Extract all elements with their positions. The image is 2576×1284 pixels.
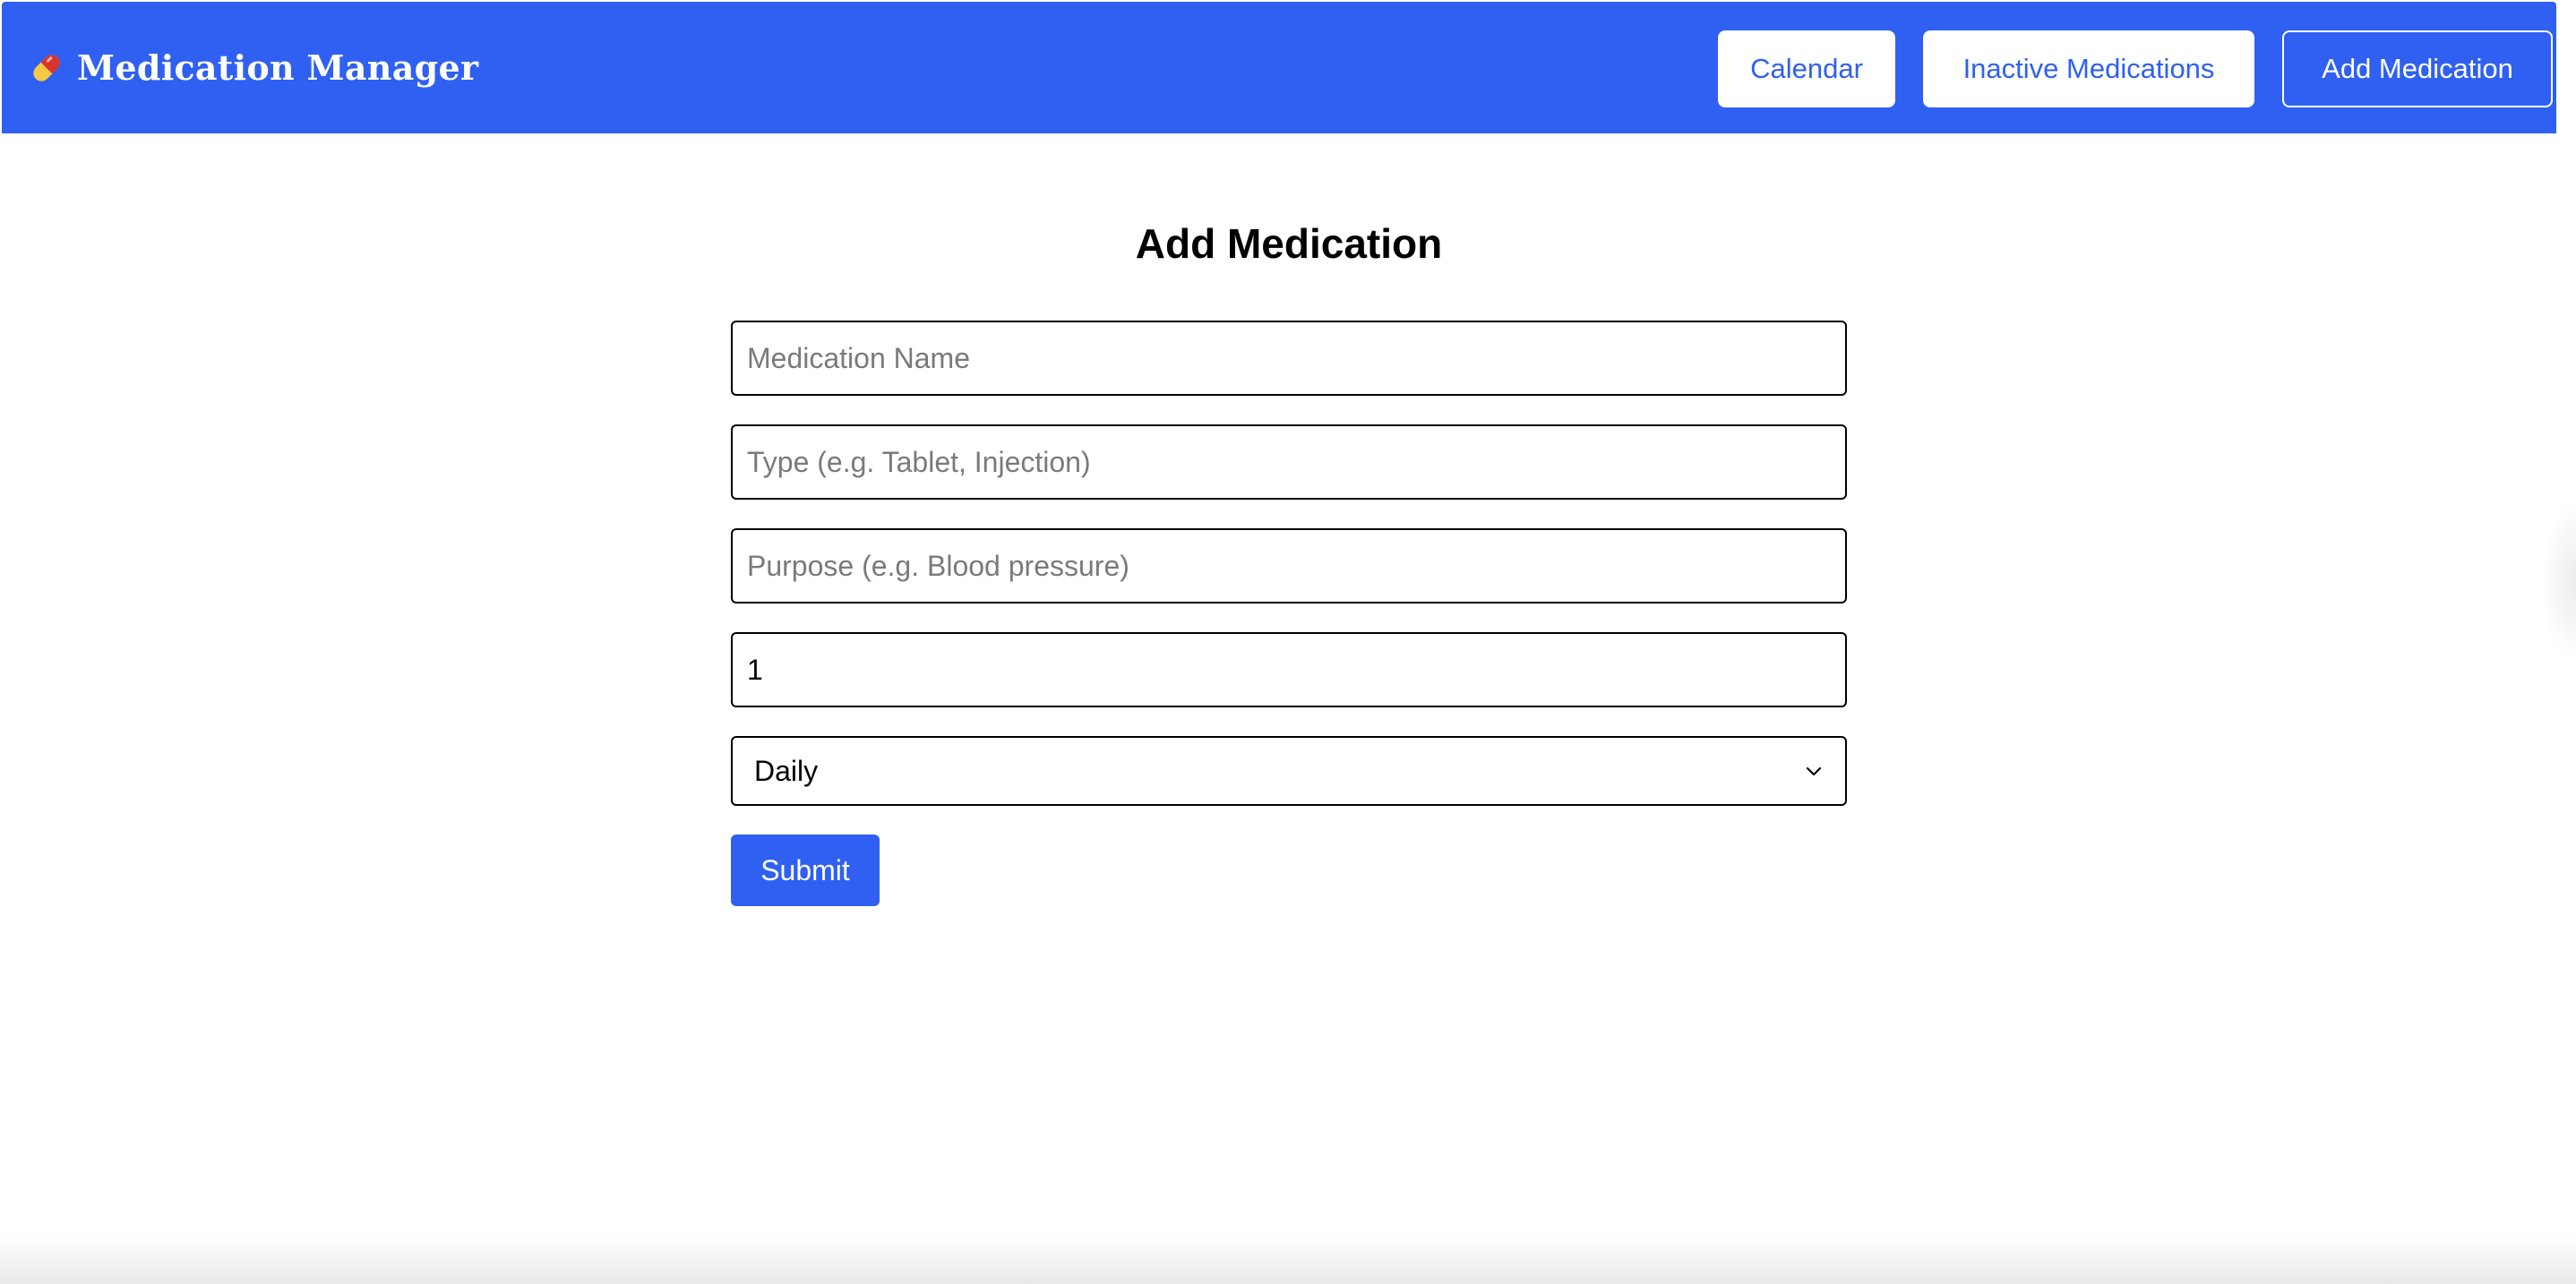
pill-icon — [29, 50, 64, 86]
calendar-button[interactable]: Calendar — [1718, 30, 1895, 107]
chevron-down-icon — [1804, 761, 1824, 781]
edge-shadow — [2540, 501, 2576, 663]
brand: Medication Manager — [29, 2, 478, 133]
medication-type-input[interactable] — [731, 424, 1847, 500]
submit-button[interactable]: Submit — [731, 835, 880, 906]
frequency-select[interactable]: Daily — [731, 736, 1847, 806]
medication-name-input[interactable] — [731, 321, 1847, 396]
app-header: Medication Manager Calendar Inactive Med… — [2, 2, 2556, 133]
add-medication-nav-button[interactable]: Add Medication — [2282, 30, 2553, 107]
inactive-medications-button[interactable]: Inactive Medications — [1923, 30, 2254, 107]
medication-purpose-input[interactable] — [731, 528, 1847, 603]
page-title: Add Medication — [1135, 220, 1443, 267]
app-title: Medication Manager — [77, 47, 479, 88]
frequency-selected-value: Daily — [754, 754, 819, 787]
bottom-shadow — [0, 1236, 2576, 1284]
dose-input[interactable] — [731, 632, 1847, 707]
